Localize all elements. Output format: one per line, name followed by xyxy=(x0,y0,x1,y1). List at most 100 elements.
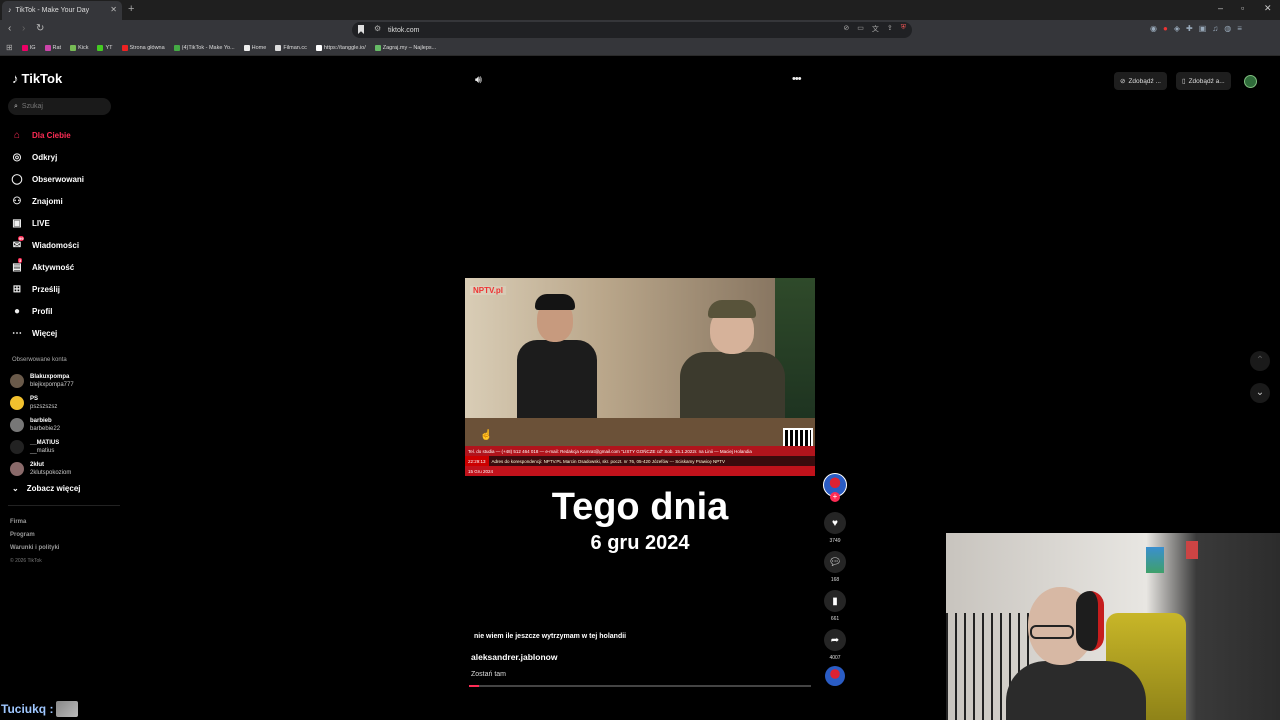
minimize-icon[interactable]: – xyxy=(1218,3,1223,13)
share-button[interactable]: ➦ 4007 xyxy=(824,629,846,661)
more-options-icon[interactable]: ••• xyxy=(792,73,802,85)
following-icon: ◯ xyxy=(11,173,23,185)
sidebar-item-activity[interactable]: ▤ 3 Aktywność xyxy=(10,256,84,278)
footer-link-terms[interactable]: Warunki i polityki xyxy=(10,542,59,555)
like-count: 3749 xyxy=(829,538,841,544)
footer-link-company[interactable]: Firma xyxy=(10,516,59,529)
messages-icon: ✉ xyxy=(12,239,22,251)
next-video-button[interactable]: ⌄ xyxy=(1250,383,1270,403)
mute-tab-icon[interactable]: ⊘ xyxy=(843,24,849,34)
back-icon[interactable]: ‹ xyxy=(8,23,11,34)
translate-icon[interactable]: 文 xyxy=(872,24,879,34)
bookmark-item[interactable]: Strona główna xyxy=(121,44,165,51)
profile-avatar[interactable] xyxy=(1244,75,1257,88)
shield-icon[interactable]: ⛨ xyxy=(901,24,906,34)
bookmark-item[interactable]: Home xyxy=(243,44,266,51)
cast-icon[interactable]: ▭ xyxy=(857,24,864,34)
followed-account[interactable]: __MATIUS __matius xyxy=(10,436,74,458)
followed-account[interactable]: barbieb barbebie22 xyxy=(10,414,74,436)
bookmark-item[interactable]: YT xyxy=(97,44,113,51)
bookmark-item[interactable]: IG xyxy=(21,44,36,51)
apps-icon[interactable]: ⊞ xyxy=(6,43,13,52)
puzzle-icon[interactable]: ✚ xyxy=(1186,24,1193,33)
sidebar-item-label: Znajomi xyxy=(32,196,63,206)
restore-icon[interactable]: ▫ xyxy=(1241,3,1244,13)
video-frame[interactable]: NPTV.pl Tel. do studia — (+48) 512 464 0… xyxy=(465,278,815,476)
music-disc-avatar[interactable] xyxy=(825,666,845,686)
video-progress-bar[interactable] xyxy=(469,685,811,687)
previous-video-button[interactable]: ⌃ xyxy=(1250,351,1270,371)
bookmark-item[interactable]: Kick xyxy=(70,44,88,51)
browser-tab[interactable]: ♪ TikTok - Make Your Day ✕ xyxy=(2,1,122,20)
news-ticker-middle: 22:29:13 Adres do korespondencji: NPTV.P… xyxy=(465,456,815,466)
followed-account[interactable]: Blakuxpompa blejkxpompa777 xyxy=(10,370,74,392)
url-action-icons: ⊘ ▭ 文 ⇪ ⛨ xyxy=(843,24,906,34)
see-more-button[interactable]: ⌄ Zobacz więcej xyxy=(12,484,81,493)
sidebar-item-upload[interactable]: ⊞ Prześlij xyxy=(10,278,84,300)
bookmark-favicon-icon xyxy=(97,44,104,51)
sidebar-icon[interactable]: ▣ xyxy=(1199,24,1207,33)
get-coins-button[interactable]: ⊘ Zdobądź ... xyxy=(1114,72,1167,90)
menu-icon[interactable]: ≡ xyxy=(1237,24,1242,33)
extension-icon[interactable]: ◈ xyxy=(1174,24,1180,33)
bookmark-icon[interactable] xyxy=(358,25,364,34)
sidebar-item-messages[interactable]: ✉ 99 Wiadomości xyxy=(10,234,84,256)
music-icon[interactable]: ♫ xyxy=(1212,24,1218,33)
account-handle: 2klutspokoziom xyxy=(30,470,72,476)
sidebar-item-friends[interactable]: ⚇ Znajomi xyxy=(10,190,84,212)
account-handle: __matius xyxy=(30,448,55,454)
close-window-icon[interactable]: ✕ xyxy=(1264,3,1272,14)
sidebar-item-home[interactable]: ⌂ Dla Ciebie xyxy=(10,124,84,146)
bookmark-item[interactable]: https://tanggle.io/ xyxy=(315,44,366,51)
account-names: __MATIUS __matius xyxy=(30,439,59,455)
bookmark-label: IG xyxy=(29,44,36,51)
url-text: tiktok.com xyxy=(388,26,420,34)
get-app-button[interactable]: ▯ Zdobądź a... xyxy=(1176,72,1231,90)
copyright: © 2026 TikTok xyxy=(10,558,42,564)
bookmark-save-icon: ▮ xyxy=(824,590,846,612)
webcam-poster-small xyxy=(1186,541,1198,559)
get-coins-label: Zdobądź ... xyxy=(1128,77,1161,85)
new-tab-icon[interactable]: + xyxy=(128,3,134,15)
bookmark-item[interactable]: Filman.cc xyxy=(275,44,307,51)
sidebar-item-compass[interactable]: ◎ Odkryj xyxy=(10,146,84,168)
share-icon[interactable]: ⇪ xyxy=(887,24,893,34)
sidebar-item-live[interactable]: ▣ LIVE xyxy=(10,212,84,234)
search-input[interactable]: ⌕ Szukaj xyxy=(8,98,111,115)
footer-link-program[interactable]: Program xyxy=(10,529,59,542)
chat-username: Tuciukq : xyxy=(1,702,54,716)
mouse-cursor-icon: ☝ xyxy=(480,430,493,441)
save-button[interactable]: ▮ 661 xyxy=(824,590,846,622)
comment-button[interactable]: 💬︎ 168 xyxy=(824,551,846,583)
wallet-icon[interactable]: ◍ xyxy=(1224,24,1231,33)
avatar xyxy=(10,374,24,388)
site-info-icon[interactable]: ⚙ xyxy=(374,24,381,33)
close-tab-icon[interactable]: ✕ xyxy=(110,5,117,14)
bookmark-item[interactable]: Rat xyxy=(44,44,61,51)
sidebar-item-following[interactable]: ◯ Obserwowani xyxy=(10,168,84,190)
bookmark-favicon-icon xyxy=(21,44,28,51)
share-count: 4007 xyxy=(829,655,841,661)
bookmark-favicon-icon xyxy=(173,44,180,51)
follow-plus-icon[interactable]: + xyxy=(830,492,840,502)
video-author[interactable]: aleksandrer.jablonow xyxy=(471,652,557,662)
tab-title: TikTok - Make Your Day xyxy=(15,7,90,14)
forward-icon[interactable]: › xyxy=(22,23,25,34)
like-button[interactable]: ♥ 3749 xyxy=(824,512,846,544)
followed-account[interactable]: PS pszszszsz xyxy=(10,392,74,414)
bookmark-item[interactable]: Zagraj.my – Najleps... xyxy=(374,44,436,51)
search-placeholder: Szukaj xyxy=(21,103,43,110)
avatar xyxy=(10,462,24,476)
volume-icon[interactable]: 🔊︎ xyxy=(475,74,482,87)
record-icon[interactable]: ● xyxy=(1163,24,1168,33)
sidebar-item-more[interactable]: ⋯ Więcej xyxy=(10,322,84,344)
followed-account[interactable]: 2kłut 2klutspokoziom xyxy=(10,458,74,480)
audio-icon[interactable]: ◉ xyxy=(1150,24,1157,33)
sidebar-item-profile[interactable]: ● Profil xyxy=(10,300,84,322)
reload-icon[interactable]: ↻ xyxy=(36,23,44,34)
url-field[interactable]: ⚙ tiktok.com ⊘ ▭ 文 ⇪ ⛨ xyxy=(352,22,912,38)
share-arrow-icon: ➦ xyxy=(824,629,846,651)
logo-text: TikTok xyxy=(21,71,63,86)
tiktok-logo[interactable]: ♪ TikTok xyxy=(12,71,62,86)
bookmark-item[interactable]: (4)TikTok - Make Yo... xyxy=(173,44,235,51)
